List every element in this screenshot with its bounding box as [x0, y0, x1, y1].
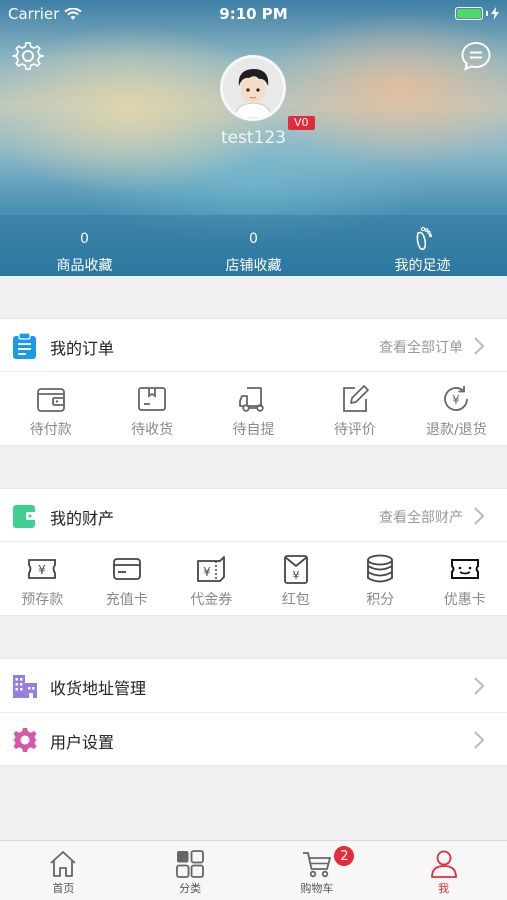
assets-header[interactable]: 我的财产 查看全部财产 [0, 489, 507, 542]
order-pending-pickup[interactable]: 待自提 [203, 372, 304, 445]
edit-icon [343, 385, 369, 412]
status-time: 9:10 PM [219, 5, 288, 23]
orders-header[interactable]: 我的订单 查看全部订单 [0, 319, 507, 372]
tab-label: 分类 [179, 882, 202, 895]
red-envelope-icon: ¥ [283, 555, 308, 584]
asset-voucher[interactable]: ¥ 代金券 [169, 542, 254, 615]
svg-text:¥: ¥ [38, 563, 46, 577]
asset-red-envelope[interactable]: ¥ 红包 [254, 542, 339, 615]
building-icon [13, 675, 37, 698]
order-item-label: 待付款 [29, 422, 72, 438]
svg-text:¥: ¥ [292, 569, 299, 582]
address-management-row[interactable]: 收货地址管理 [0, 659, 507, 712]
coins-icon [367, 554, 394, 583]
assets-section: 我的财产 查看全部财产 ¥ 预存款 充值卡 ¥ 代金券 ¥ 红包 积分 优惠卡 [0, 488, 507, 616]
svg-text:¥: ¥ [453, 393, 461, 407]
asset-item-label: 代金券 [190, 592, 233, 608]
battery-icon [455, 7, 499, 20]
tab-category[interactable]: 分类 [127, 841, 254, 900]
asset-item-label: 红包 [281, 592, 310, 608]
card-icon [112, 558, 141, 580]
asset-item-label: 预存款 [21, 592, 64, 608]
orders-title: 我的订单 [50, 339, 115, 358]
chevron-right-icon [474, 677, 485, 695]
stat-favorite-stores[interactable]: 0 店铺收藏 [169, 215, 338, 276]
stats-bar: 0 商品收藏 0 店铺收藏 我的足迹 [0, 215, 507, 276]
order-item-label: 待收货 [131, 422, 174, 438]
assets-title: 我的财产 [50, 509, 115, 528]
footprint-icon [416, 226, 432, 251]
home-icon [50, 851, 76, 877]
cart-badge: 2 [333, 845, 356, 867]
settings-section: 收货地址管理 用户设置 [0, 658, 507, 766]
settings-gear-icon[interactable] [12, 40, 44, 72]
asset-item-label: 充值卡 [105, 592, 148, 608]
message-icon[interactable] [460, 40, 492, 72]
category-icon [176, 850, 205, 878]
chevron-right-icon [474, 731, 485, 749]
stat-value: 0 [80, 231, 89, 247]
status-bar: Carrier 9:10 PM [0, 0, 507, 28]
clipboard-icon [13, 333, 36, 359]
address-management-label: 收货地址管理 [50, 679, 147, 698]
assets-grid: ¥ 预存款 充值卡 ¥ 代金券 ¥ 红包 积分 优惠卡 [0, 542, 507, 615]
avatar-image [223, 58, 283, 118]
stat-label: 商品收藏 [56, 258, 113, 274]
tab-me[interactable]: 我 [380, 841, 507, 900]
user-settings-row[interactable]: 用户设置 [0, 712, 507, 765]
voucher-icon: ¥ [197, 556, 226, 582]
gear-icon [12, 728, 38, 752]
stat-footprint[interactable]: 我的足迹 [338, 215, 507, 276]
cart-icon [302, 852, 331, 878]
tab-home[interactable]: 首页 [0, 841, 127, 900]
orders-section: 我的订单 查看全部订单 待付款 待收货 待自提 待评价 ¥ 退款/退货 [0, 318, 507, 446]
stat-value: 0 [249, 231, 258, 247]
order-pending-payment[interactable]: 待付款 [0, 372, 101, 445]
wallet-icon [36, 388, 65, 412]
tab-label: 我 [438, 882, 450, 895]
truck-icon [238, 387, 264, 412]
orders-grid: 待付款 待收货 待自提 待评价 ¥ 退款/退货 [0, 372, 507, 445]
avatar[interactable] [220, 55, 286, 121]
tab-cart[interactable]: 2 购物车 [254, 841, 381, 900]
order-item-label: 待评价 [333, 422, 376, 438]
order-refund-return[interactable]: ¥ 退款/退货 [406, 372, 507, 445]
asset-points[interactable]: 积分 [338, 542, 423, 615]
view-all-orders-link[interactable]: 查看全部订单 [379, 337, 463, 357]
username: test123 [220, 128, 287, 148]
tab-bar: 首页 分类 2 购物车 我 [0, 840, 507, 900]
package-icon [138, 387, 167, 411]
asset-deposit[interactable]: ¥ 预存款 [0, 542, 85, 615]
order-pending-receipt[interactable]: 待收货 [101, 372, 202, 445]
chevron-right-icon [474, 507, 485, 525]
deposit-icon: ¥ [28, 559, 57, 579]
order-pending-review[interactable]: 待评价 [304, 372, 405, 445]
stat-favorite-goods[interactable]: 0 商品收藏 [0, 215, 169, 276]
user-settings-label: 用户设置 [50, 733, 115, 752]
asset-item-label: 优惠卡 [443, 592, 486, 608]
stat-label: 我的足迹 [394, 258, 451, 274]
svg-text:¥: ¥ [203, 565, 211, 579]
wallet-green-icon [13, 505, 36, 528]
chevron-right-icon [474, 337, 485, 355]
asset-recharge-card[interactable]: 充值卡 [85, 542, 170, 615]
tab-label: 首页 [52, 882, 75, 895]
tab-label: 购物车 [300, 882, 334, 895]
asset-discount-card[interactable]: 优惠卡 [423, 542, 507, 615]
profile-header: Carrier 9:10 PM V0 test123 0 商品收藏 0 店铺收藏… [0, 0, 507, 276]
user-icon [430, 850, 457, 878]
order-item-label: 待自提 [232, 422, 275, 438]
view-all-assets-link[interactable]: 查看全部财产 [379, 507, 463, 527]
stat-label: 店铺收藏 [225, 258, 282, 274]
asset-item-label: 积分 [366, 592, 395, 608]
coupon-icon [450, 559, 479, 579]
refund-icon: ¥ [444, 386, 469, 411]
order-item-label: 退款/退货 [425, 422, 487, 438]
